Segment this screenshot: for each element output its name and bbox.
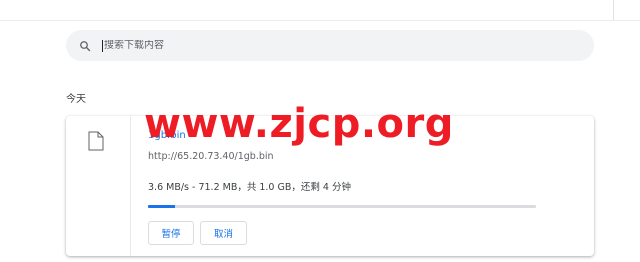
pause-button[interactable]: 暂停 bbox=[148, 221, 194, 245]
search-box[interactable] bbox=[66, 30, 594, 61]
search-icon bbox=[78, 39, 92, 53]
download-progress-bar bbox=[148, 205, 536, 208]
date-section-heading: 今天 bbox=[66, 94, 86, 105]
cancel-button[interactable]: 取消 bbox=[200, 221, 247, 245]
top-toolbar-strip bbox=[0, 0, 640, 21]
download-progress-status: 3.6 MB/s - 71.2 MB，共 1.0 GB，还剩 4 分钟 bbox=[148, 182, 351, 193]
text-caret bbox=[102, 39, 103, 52]
watermark-text: www.zjcp.org bbox=[144, 101, 454, 147]
card-divider bbox=[130, 116, 131, 256]
search-input[interactable] bbox=[104, 40, 594, 51]
download-progress-fill bbox=[148, 205, 176, 208]
file-url[interactable]: http://65.20.73.40/1gb.bin bbox=[148, 151, 274, 162]
toolbar-edge bbox=[613, 0, 640, 20]
file-icon bbox=[88, 131, 104, 151]
